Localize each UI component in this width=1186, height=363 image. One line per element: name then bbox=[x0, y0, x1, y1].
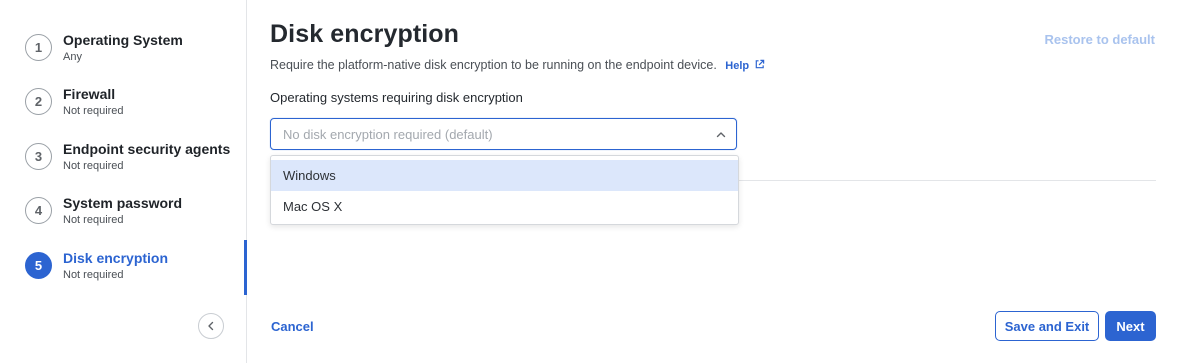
chevron-left-icon bbox=[208, 321, 214, 331]
description-text: Require the platform-native disk encrypt… bbox=[270, 58, 717, 72]
step-subtitle: Any bbox=[63, 51, 82, 63]
step-disk-encryption[interactable]: 5 Disk encryption Not required bbox=[25, 248, 247, 300]
step-number: 5 bbox=[25, 252, 52, 279]
step-number: 1 bbox=[25, 34, 52, 61]
cancel-button[interactable]: Cancel bbox=[271, 319, 314, 334]
option-windows[interactable]: Windows bbox=[271, 160, 738, 191]
option-mac-os-x[interactable]: Mac OS X bbox=[271, 191, 738, 222]
save-and-exit-button[interactable]: Save and Exit bbox=[995, 311, 1099, 341]
step-system-password[interactable]: 4 System password Not required bbox=[25, 193, 247, 245]
step-operating-system[interactable]: 1 Operating System Any bbox=[25, 30, 247, 82]
next-button[interactable]: Next bbox=[1105, 311, 1156, 341]
page-title: Disk encryption bbox=[270, 20, 460, 48]
step-number: 2 bbox=[25, 88, 52, 115]
step-title: Firewall bbox=[63, 86, 116, 102]
step-firewall[interactable]: 2 Firewall Not required bbox=[25, 84, 247, 136]
chevron-up-icon bbox=[716, 132, 726, 138]
step-title: System password bbox=[63, 195, 183, 211]
section-divider bbox=[738, 180, 1156, 181]
step-subtitle: Not required bbox=[63, 160, 124, 172]
step-title: Operating System bbox=[63, 32, 183, 48]
step-subtitle: Not required bbox=[63, 214, 124, 226]
os-encryption-select[interactable]: No disk encryption required (default) bbox=[270, 118, 737, 150]
help-label: Help bbox=[725, 60, 750, 72]
os-encryption-field-label: Operating systems requiring disk encrypt… bbox=[270, 90, 523, 105]
help-link[interactable]: Help bbox=[725, 59, 765, 72]
step-number: 4 bbox=[25, 197, 52, 224]
active-step-indicator bbox=[244, 240, 247, 295]
step-endpoint-security-agents[interactable]: 3 Endpoint security agents Not required bbox=[25, 139, 247, 191]
step-title: Disk encryption bbox=[63, 250, 169, 266]
external-link-icon bbox=[755, 59, 765, 69]
select-placeholder: No disk encryption required (default) bbox=[283, 127, 493, 142]
step-number: 3 bbox=[25, 143, 52, 170]
os-options-dropdown: Windows Mac OS X bbox=[270, 155, 739, 225]
step-title: Endpoint security agents bbox=[63, 141, 231, 157]
step-subtitle: Not required bbox=[63, 269, 124, 281]
restore-to-default-link[interactable]: Restore to default bbox=[1044, 32, 1155, 47]
page-description: Require the platform-native disk encrypt… bbox=[270, 58, 765, 72]
collapse-sidebar-button[interactable] bbox=[198, 313, 224, 339]
wizard-sidebar: 1 Operating System Any 2 Firewall Not re… bbox=[0, 0, 247, 363]
step-subtitle: Not required bbox=[63, 105, 124, 117]
